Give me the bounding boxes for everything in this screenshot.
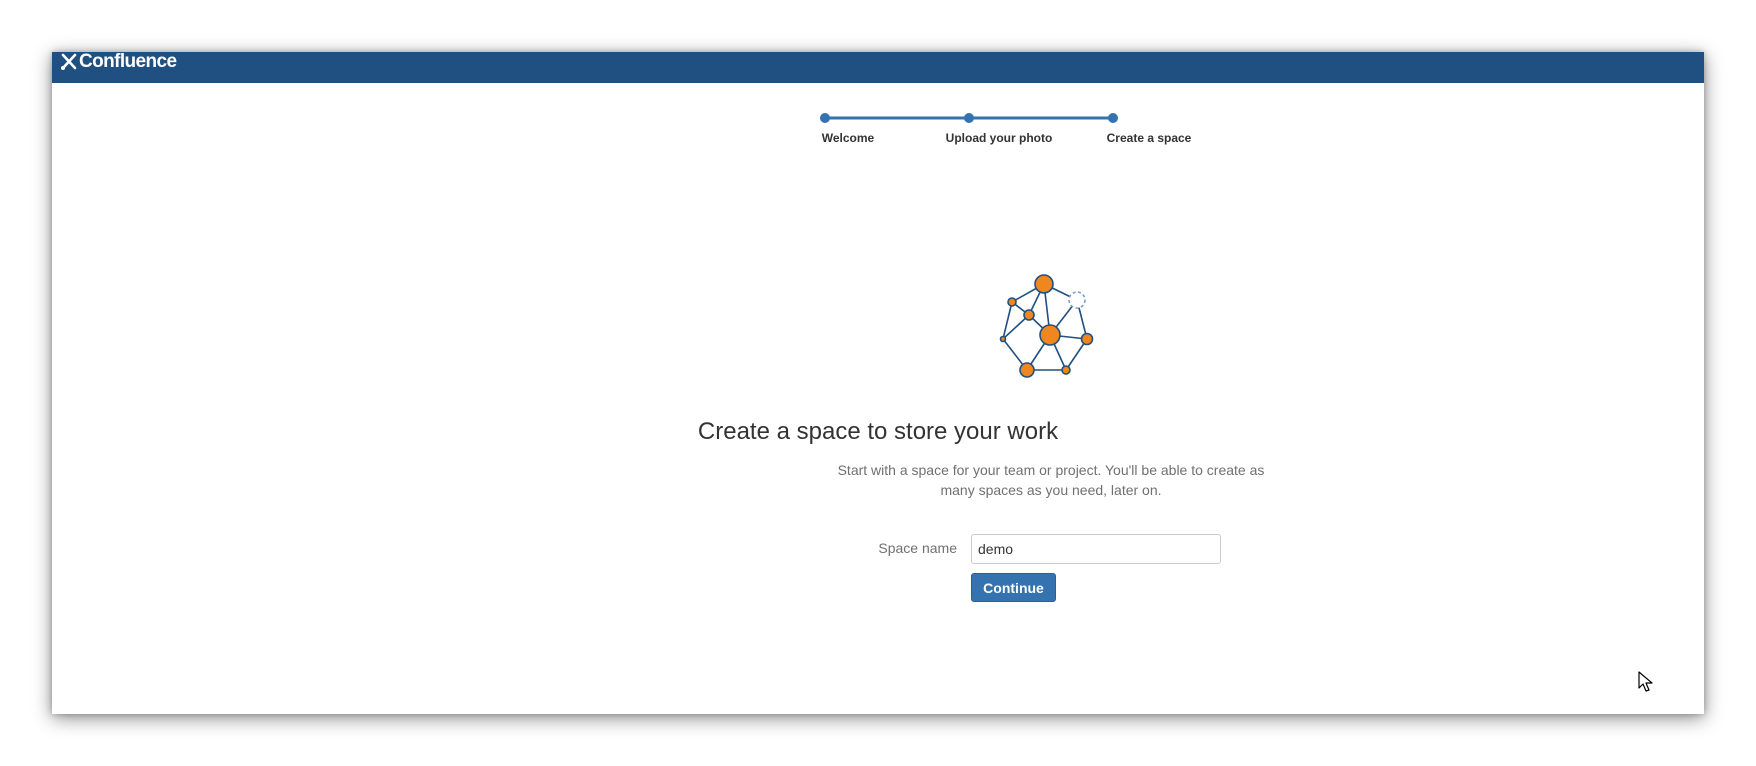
mouse-cursor-icon (1638, 671, 1653, 692)
progress-track (820, 113, 1118, 123)
browser-window: Confluence Welcome Upload your photo Cre… (52, 52, 1704, 714)
continue-button[interactable]: Continue (971, 573, 1056, 602)
page-description: Start with a space for your team or proj… (837, 462, 1265, 498)
confluence-logo-icon (61, 53, 77, 70)
step-dot-welcome (820, 113, 830, 123)
step-label-create-space: Create a space (1106, 131, 1192, 145)
confluence-logo[interactable]: Confluence (60, 51, 177, 72)
app-name: Confluence (79, 51, 177, 72)
space-name-label: Space name (878, 540, 957, 556)
space-network-icon (999, 274, 1094, 378)
step-label-upload-photo: Upload your photo (945, 131, 1053, 145)
step-label-welcome: Welcome (821, 131, 875, 145)
step-dot-upload-photo (964, 113, 974, 123)
step-dot-create-space (1108, 113, 1118, 123)
header-bar: Confluence (52, 52, 1704, 83)
page-title: Create a space to store your work (697, 418, 1059, 445)
space-name-input[interactable] (971, 534, 1221, 564)
